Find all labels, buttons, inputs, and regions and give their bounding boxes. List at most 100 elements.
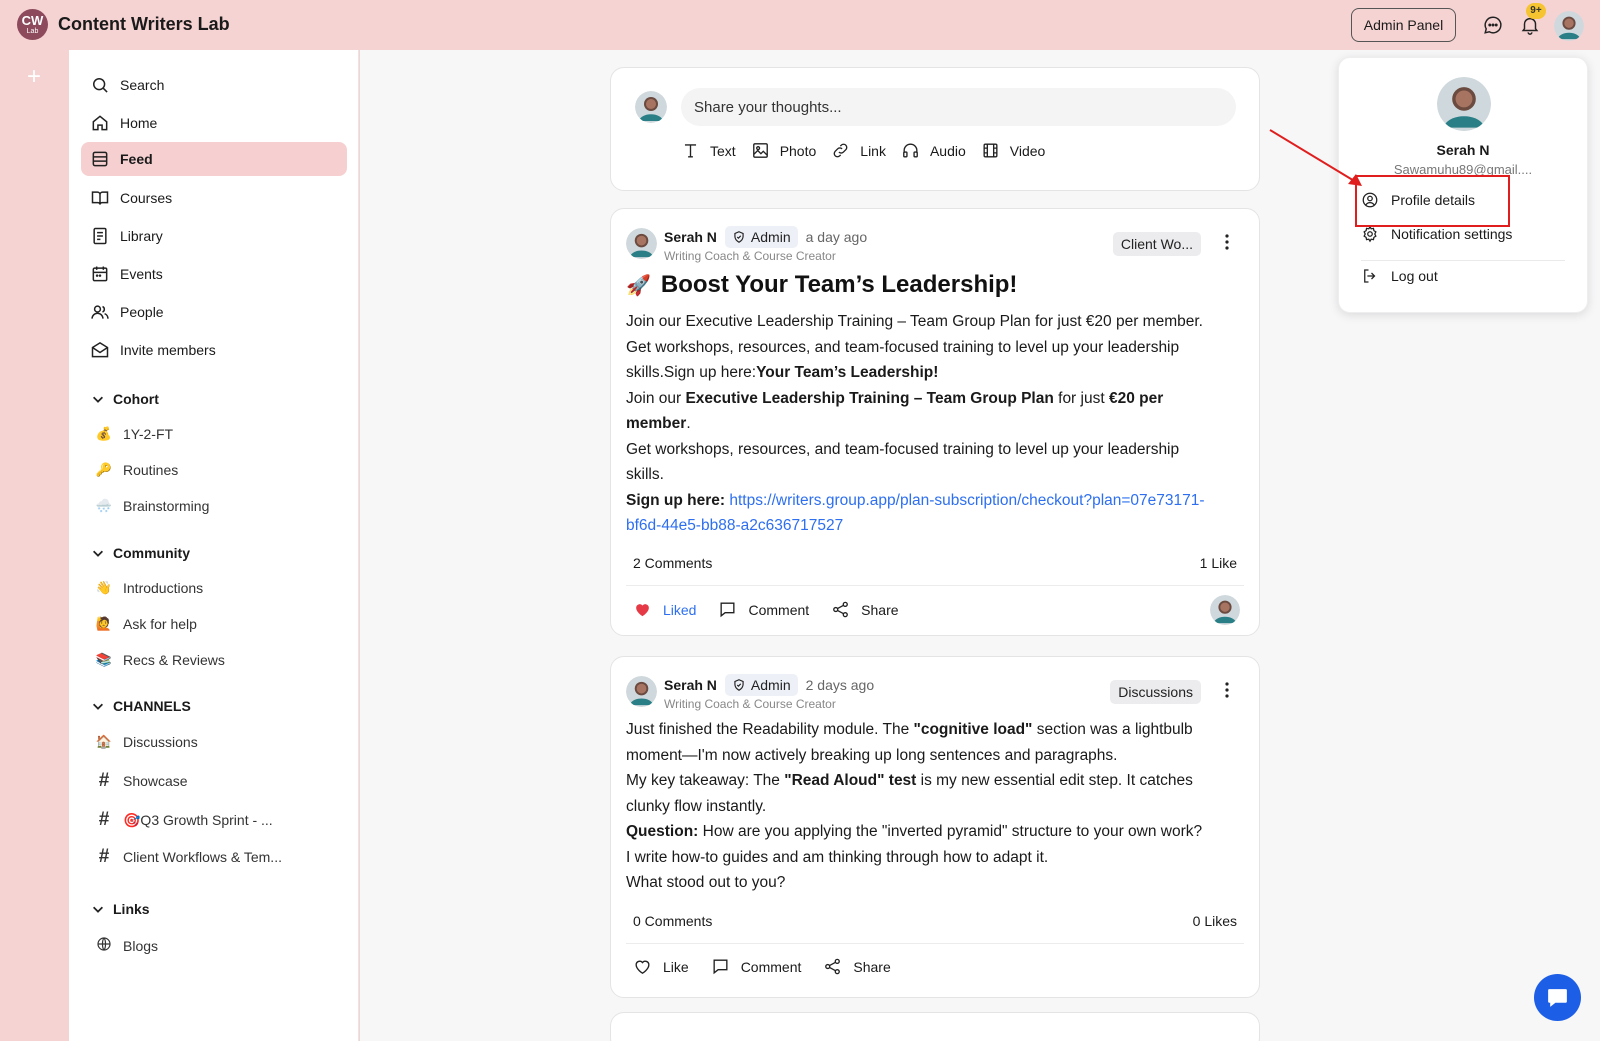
liker-avatar[interactable] (1210, 595, 1240, 625)
globe-icon (95, 936, 113, 955)
share-icon (825, 958, 841, 975)
section-title: Community (113, 545, 190, 561)
body-text: is my new essential edit step. It catche… (916, 772, 1193, 789)
film-icon (983, 143, 998, 158)
body-line: moment—I'm now actively breaking up long… (626, 746, 1118, 764)
nav-search[interactable]: Search (81, 68, 347, 102)
comment-count[interactable]: 2 Comments (633, 555, 712, 571)
action-label: Text (710, 142, 736, 159)
share-label: Share (853, 958, 891, 975)
channel-item[interactable]: # Showcase (95, 770, 188, 792)
more-options-icon[interactable] (1219, 231, 1235, 253)
add-space-plus-icon[interactable]: + (24, 65, 44, 89)
chat-icon[interactable] (1482, 14, 1504, 36)
channel-item[interactable]: 🏠 Discussions (95, 734, 198, 750)
chat-bubble-icon (1548, 989, 1567, 1007)
nav-feed[interactable]: Feed (81, 142, 347, 176)
compose-text-button[interactable]: Text (681, 141, 736, 160)
nav-label: Feed (120, 151, 153, 167)
section-community[interactable]: Community (91, 545, 190, 561)
comment-button[interactable]: Comment (711, 957, 801, 976)
section-channels[interactable]: CHANNELS (91, 698, 191, 714)
space-item[interactable]: 💰 1Y-2-FT (95, 426, 173, 442)
shield-icon (734, 679, 744, 691)
headphones-icon (903, 143, 918, 158)
user-avatar[interactable] (1554, 11, 1584, 41)
compose-audio-button[interactable]: Audio (901, 141, 966, 160)
like-count[interactable]: 0 Likes (1193, 913, 1237, 929)
channel-item[interactable]: # 🎯Q3 Growth Sprint - ... (95, 809, 273, 831)
body-line: Question: How are you applying the "inve… (626, 819, 1241, 845)
body-line: clunky flow instantly. (626, 797, 767, 815)
body-text: My key takeaway: The (626, 772, 785, 789)
like-count[interactable]: 1 Like (1200, 555, 1237, 571)
body-line: skills. (626, 466, 664, 483)
space-item[interactable]: 🌨️ Brainstorming (95, 498, 209, 514)
more-options-icon[interactable] (1219, 679, 1235, 701)
space-label: Introductions (123, 580, 204, 596)
admin-panel-button[interactable]: Admin Panel (1351, 8, 1456, 42)
action-label: Photo (779, 142, 817, 159)
annotation-arrow (1269, 129, 1362, 186)
shield-icon (734, 231, 744, 243)
share-thoughts-input[interactable] (681, 88, 1236, 126)
hash-icon: # (98, 770, 110, 791)
home-icon (92, 115, 108, 131)
nav-courses[interactable]: Courses (81, 181, 347, 215)
space-item[interactable]: 📚 Recs & Reviews (95, 652, 225, 668)
author-avatar[interactable] (626, 228, 657, 259)
chevron-down-icon (93, 396, 103, 403)
post-time[interactable]: a day ago (806, 229, 868, 245)
author-name[interactable]: Serah N (664, 229, 717, 245)
space-item[interactable]: 🙋 Ask for help (95, 616, 197, 632)
app-logo[interactable]: CW Lab (17, 9, 48, 40)
share-button[interactable]: Share (831, 600, 899, 619)
text-icon (684, 144, 697, 158)
section-links[interactable]: Links (91, 901, 150, 917)
link-item-blogs[interactable]: Blogs (95, 936, 158, 955)
channel-tag[interactable]: Discussions (1110, 680, 1201, 704)
body-bold: Your Team’s Leadership! (756, 364, 939, 381)
author-name[interactable]: Serah N (664, 677, 717, 693)
space-item[interactable]: 🔑 Routines (95, 462, 178, 478)
signup-link[interactable]: https://writers.group.app/plan-subscript… (729, 492, 1204, 509)
nav-people[interactable]: People (81, 295, 347, 329)
channel-tag[interactable]: Client Wo... (1112, 232, 1201, 256)
heart-filled-icon (636, 604, 649, 617)
post-time[interactable]: 2 days ago (806, 677, 875, 693)
log-out-item[interactable]: Log out (1361, 267, 1438, 285)
compose-video-button[interactable]: Video (981, 141, 1045, 160)
body-text: skills.Sign up here: (626, 364, 757, 381)
compose-link-button[interactable]: Link (831, 141, 886, 160)
comment-button[interactable]: Comment (718, 600, 809, 619)
highlight-annotation (1355, 175, 1510, 227)
role-label: Admin (750, 677, 791, 693)
library-icon (93, 227, 107, 245)
body-bold: "cognitive load" (913, 721, 1033, 738)
signup-link[interactable]: bf6d-44e5-bb88-a2c636717527 (626, 517, 843, 534)
app-title[interactable]: Content Writers Lab (58, 14, 230, 35)
nav-invite-members[interactable]: Invite members (81, 333, 347, 367)
body-line: member. (626, 411, 1241, 437)
space-emoji: 🔑 (95, 462, 113, 477)
compose-photo-button[interactable]: Photo (751, 141, 817, 160)
notification-badge: 9+ (1526, 3, 1546, 19)
chevron-down-icon (93, 703, 103, 710)
chat-support-button[interactable] (1534, 974, 1581, 1021)
nav-label: Search (120, 77, 165, 93)
body-bold: Sign up here: (626, 491, 726, 509)
author-avatar[interactable] (626, 676, 657, 707)
section-title: CHANNELS (113, 698, 191, 714)
like-button[interactable]: Like (633, 957, 689, 976)
nav-home[interactable]: Home (81, 106, 347, 140)
space-item[interactable]: 👋 Introductions (95, 580, 203, 596)
section-cohort[interactable]: Cohort (91, 391, 159, 407)
comment-count[interactable]: 0 Comments (633, 913, 712, 929)
share-button[interactable]: Share (823, 957, 891, 976)
like-button[interactable]: Liked (633, 600, 696, 619)
channel-item[interactable]: # Client Workflows & Tem... (95, 846, 282, 868)
nav-library[interactable]: Library (81, 219, 347, 253)
body-line: Join our Executive Leadership Training –… (626, 313, 1203, 330)
notification-settings-item[interactable]: Notification settings (1361, 225, 1512, 243)
nav-events[interactable]: Events (81, 257, 347, 291)
